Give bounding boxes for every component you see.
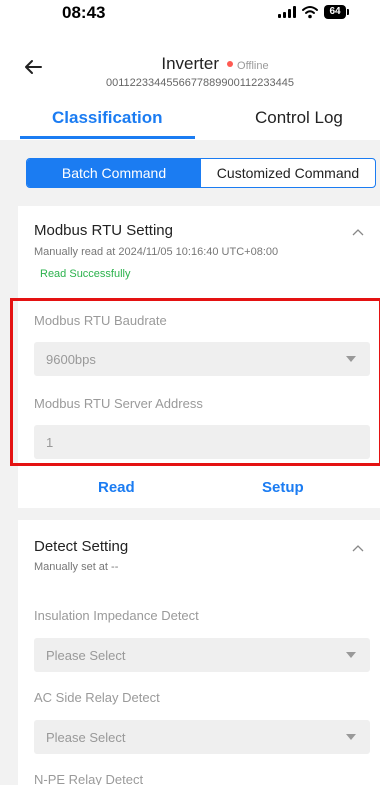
server-address-label: Modbus RTU Server Address (34, 396, 203, 411)
offline-status-dot (227, 61, 234, 67)
battery-icon: 64 (324, 5, 349, 19)
signal-icon (278, 6, 296, 18)
tab-control-log[interactable]: Control Log (255, 108, 343, 128)
active-tab-indicator (20, 136, 195, 139)
modbus-read-info: Manually read at 2024/11/05 10:16:40 UTC… (34, 246, 279, 258)
baudrate-value: 9600bps (46, 351, 96, 367)
ac-relay-select[interactable]: Please Select (34, 720, 370, 754)
read-status: Read Successfully (40, 268, 131, 280)
chevron-up-icon[interactable] (352, 544, 364, 552)
detect-setting-card: Detect Setting Manually set at -- Insula… (18, 520, 380, 785)
server-address-value: 1 (46, 434, 54, 450)
dropdown-caret-icon (346, 734, 356, 740)
customized-command-button[interactable]: Customized Command (201, 159, 375, 187)
offline-status: Offline (237, 60, 269, 72)
detect-section-title: Detect Setting (34, 538, 129, 555)
device-name: Inverter (161, 54, 220, 73)
dropdown-caret-icon (346, 652, 356, 658)
chevron-up-icon[interactable] (352, 228, 364, 236)
status-icons: 64 (278, 5, 349, 19)
batch-command-button[interactable]: Batch Command (27, 159, 201, 187)
insulation-select[interactable]: Please Select (34, 638, 370, 672)
modbus-rtu-card: Modbus RTU Setting Manually read at 2024… (18, 206, 380, 508)
tab-bar: Classification Control Log (0, 96, 380, 140)
command-type-segment: Batch Command Customized Command (26, 158, 376, 188)
header: Inverter Offline 00112233445566778899001… (0, 34, 380, 96)
ac-relay-label: AC Side Relay Detect (34, 690, 160, 705)
setup-button[interactable]: Setup (262, 479, 304, 496)
status-bar: 08:43 64 (0, 0, 380, 34)
baudrate-label: Modbus RTU Baudrate (34, 313, 167, 328)
ac-relay-placeholder: Please Select (46, 729, 126, 745)
dropdown-caret-icon (346, 356, 356, 362)
detect-set-info: Manually set at -- (34, 561, 119, 573)
tab-classification[interactable]: Classification (52, 108, 163, 128)
modbus-section-title: Modbus RTU Setting (34, 222, 173, 239)
wifi-icon (302, 6, 318, 19)
insulation-placeholder: Please Select (46, 647, 126, 663)
status-time: 08:43 (62, 3, 106, 22)
title-row: Inverter Offline (0, 54, 380, 74)
insulation-label: Insulation Impedance Detect (34, 608, 199, 623)
npe-relay-label: N-PE Relay Detect (34, 772, 144, 785)
server-address-input[interactable]: 1 (34, 425, 370, 459)
device-serial: 0011223344556677889900112233445 (105, 77, 294, 89)
baudrate-select[interactable]: 9600bps (34, 342, 370, 376)
read-button[interactable]: Read (98, 479, 135, 496)
